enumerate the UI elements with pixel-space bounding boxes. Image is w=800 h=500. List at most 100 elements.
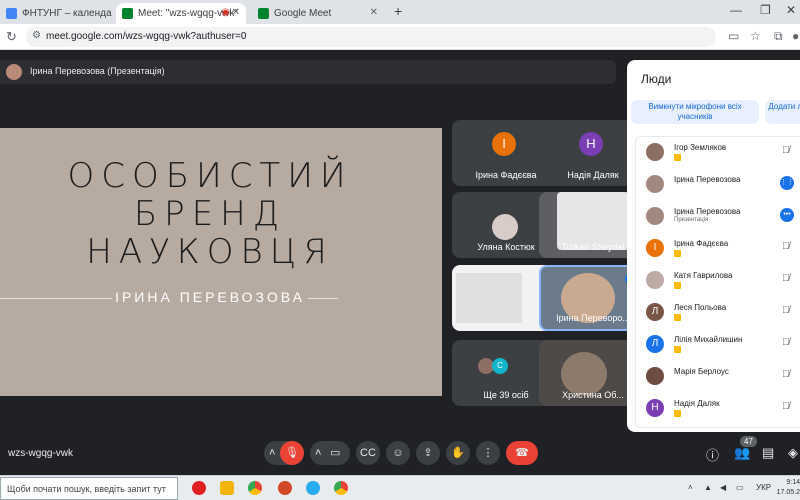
meeting-info-icon[interactable]: ⓘ (706, 445, 719, 464)
add-people-button[interactable]: Додати людей (765, 100, 800, 124)
presenter-label: Ірина Перевозова (Презентація) (30, 66, 165, 76)
clock[interactable]: 9:14 17.05.2 (776, 478, 800, 498)
avatar (646, 143, 664, 161)
address-bar-row: ↻ ⚙ meet.google.com/wzs-wgqg-vwk?authuse… (0, 24, 800, 50)
avatar: І (646, 239, 664, 257)
slide-title-line2: БРЕНД (133, 194, 287, 234)
tab-meet-active[interactable]: Meet: "wzs-wgqg-vwk" ◉ ✕ (116, 3, 246, 24)
tray-expand-icon[interactable]: ˄ (688, 483, 693, 492)
file-explorer-icon[interactable] (220, 481, 234, 495)
recording-icon: ◉ (221, 7, 230, 18)
list-item[interactable]: Ірина Перевозова Презентація ••• (636, 201, 800, 233)
language-indicator[interactable]: УКР (756, 483, 771, 492)
volume-icon[interactable]: ◀ (720, 483, 726, 492)
meet-icon (122, 8, 133, 19)
chevron-up-icon[interactable]: ˄ (315, 441, 321, 465)
meeting-code: wzs-wgqg-vwk (8, 448, 74, 459)
participant-name: Леся Польова (674, 303, 727, 312)
list-item[interactable]: І Ірина Фадєєва 🎙̸ (636, 233, 800, 265)
mic-off-icon: 🎙̸ (782, 401, 790, 412)
mic-off-icon: 🎙̸ (782, 145, 790, 156)
mic-off-icon: 🎙̸ (782, 369, 790, 380)
slide-title-line1: ОСОБИСТИЙ (67, 156, 353, 196)
mic-off-button[interactable]: 🎙 (280, 441, 304, 465)
participant-avatar: Н (579, 132, 603, 156)
omnibox[interactable]: ⚙ meet.google.com/wzs-wgqg-vwk?authuser=… (26, 27, 716, 47)
activities-icon[interactable]: ◈ (788, 445, 798, 461)
avatar (646, 207, 664, 225)
close-tab-icon[interactable]: ✕ (370, 7, 378, 18)
camera-control[interactable]: ˄ ▭ (310, 441, 350, 465)
participant-name: Ірина Перевозова (674, 175, 741, 184)
close-window-icon[interactable]: ✕ (786, 3, 796, 17)
host-badge-icon (674, 410, 681, 417)
host-badge-icon (674, 282, 681, 289)
presenter-avatar (6, 64, 22, 80)
tab-label: Google Meet (274, 8, 332, 19)
participant-name: Ірина Перевозова (674, 207, 741, 216)
present-button[interactable]: ⇪ (416, 441, 440, 465)
reload-icon[interactable]: ↻ (6, 29, 17, 45)
meet-icon (258, 8, 269, 19)
host-badge-icon (674, 314, 681, 321)
powerpoint-icon[interactable] (278, 481, 292, 495)
speaking-indicator-icon: ⋮⋮ (780, 176, 794, 190)
cast-icon[interactable]: ▭ (728, 29, 739, 43)
reactions-button[interactable]: ☺ (386, 441, 410, 465)
leave-call-button[interactable]: ☎ (506, 441, 538, 465)
profile-icon[interactable]: ● (792, 29, 799, 43)
telegram-icon[interactable] (306, 481, 320, 495)
avatar (646, 175, 664, 193)
list-item[interactable]: Марія Берлоус 🎙̸ (636, 361, 800, 393)
host-badge-icon (674, 346, 681, 353)
more-options-button[interactable]: ⋮ (476, 441, 500, 465)
clock-time: 9:14 (786, 479, 800, 486)
participants-list: Ігор Земляков 🎙̸ Ірина Перевозова ⋮⋮ Іри… (635, 136, 800, 428)
new-tab-button[interactable]: + (394, 3, 402, 19)
mic-off-icon: 🎙̸ (782, 305, 790, 316)
participant-name: Ігор Земляков (674, 143, 727, 152)
participant-subtitle: Презентація (674, 217, 709, 223)
chat-icon[interactable]: ▤ (762, 445, 774, 461)
add-people-label: Додати людей (768, 102, 800, 111)
list-item[interactable]: Л Леся Польова 🎙̸ (636, 297, 800, 329)
slide-title-line3: НАУКОВЦЯ (86, 232, 334, 272)
chrome-icon[interactable] (248, 481, 262, 495)
url-text[interactable]: meet.google.com/wzs-wgqg-vwk?authuser=0 (46, 31, 246, 42)
tab-calendar[interactable]: ФНТУНГ – календар - 4 дні, п (0, 3, 112, 24)
list-item[interactable]: Ігор Земляков 🎙̸ (636, 137, 800, 169)
network-icon[interactable]: ▲ (704, 483, 712, 492)
close-tab-icon[interactable]: ✕ (232, 7, 240, 18)
chrome-icon[interactable] (334, 481, 348, 495)
list-item[interactable]: Н Надія Даляк 🎙̸ (636, 393, 800, 425)
participant-photo (492, 214, 518, 240)
mic-off-icon: 🎙̸ (782, 337, 790, 348)
minimize-icon[interactable]: — (730, 3, 742, 17)
site-info-icon[interactable]: ⚙ (32, 30, 41, 41)
list-item[interactable]: Ірина Перевозова ⋮⋮ (636, 169, 800, 201)
tab-google-meet[interactable]: Google Meet ✕ (252, 3, 384, 24)
calendar-icon (6, 8, 17, 19)
camera-icon[interactable]: ▭ (330, 441, 340, 465)
opera-icon[interactable] (192, 481, 206, 495)
chevron-up-icon[interactable]: ˄ (269, 441, 275, 465)
host-badge-icon (674, 154, 681, 161)
presentation-slide: ОСОБИСТИЙ БРЕНД НАУКОВЦЯ ІРИНА ПЕРЕВОЗОВ… (0, 128, 442, 396)
extensions-icon[interactable]: ⧉ (774, 29, 783, 44)
people-icon[interactable]: 👥 (734, 445, 750, 461)
os-taskbar: Щоби почати пошук, введіть запит тут ˄ ▲… (0, 475, 800, 500)
taskbar-search-input[interactable]: Щоби почати пошук, введіть запит тут (0, 477, 178, 500)
battery-icon[interactable]: ▭ (736, 483, 744, 492)
avatar (646, 367, 664, 385)
mic-control[interactable]: ˄ 🎙 (264, 441, 304, 465)
raise-hand-button[interactable]: ✋ (446, 441, 470, 465)
more-options-icon[interactable]: ••• (780, 208, 794, 222)
maximize-icon[interactable]: ❐ (760, 3, 771, 17)
list-item[interactable]: Л Лілія Михайлишин 🎙̸ (636, 329, 800, 361)
mute-all-button[interactable]: Вимкнути мікрофони всіх учасників (631, 100, 759, 124)
list-item[interactable]: Катя Гаврилова 🎙̸ (636, 265, 800, 297)
participant-avatar: І (492, 132, 516, 156)
captions-button[interactable]: CC (356, 441, 380, 465)
bookmark-star-icon[interactable]: ☆ (750, 29, 761, 43)
browser-tab-bar: ФНТУНГ – календар - 4 дні, п Meet: "wzs-… (0, 0, 800, 24)
